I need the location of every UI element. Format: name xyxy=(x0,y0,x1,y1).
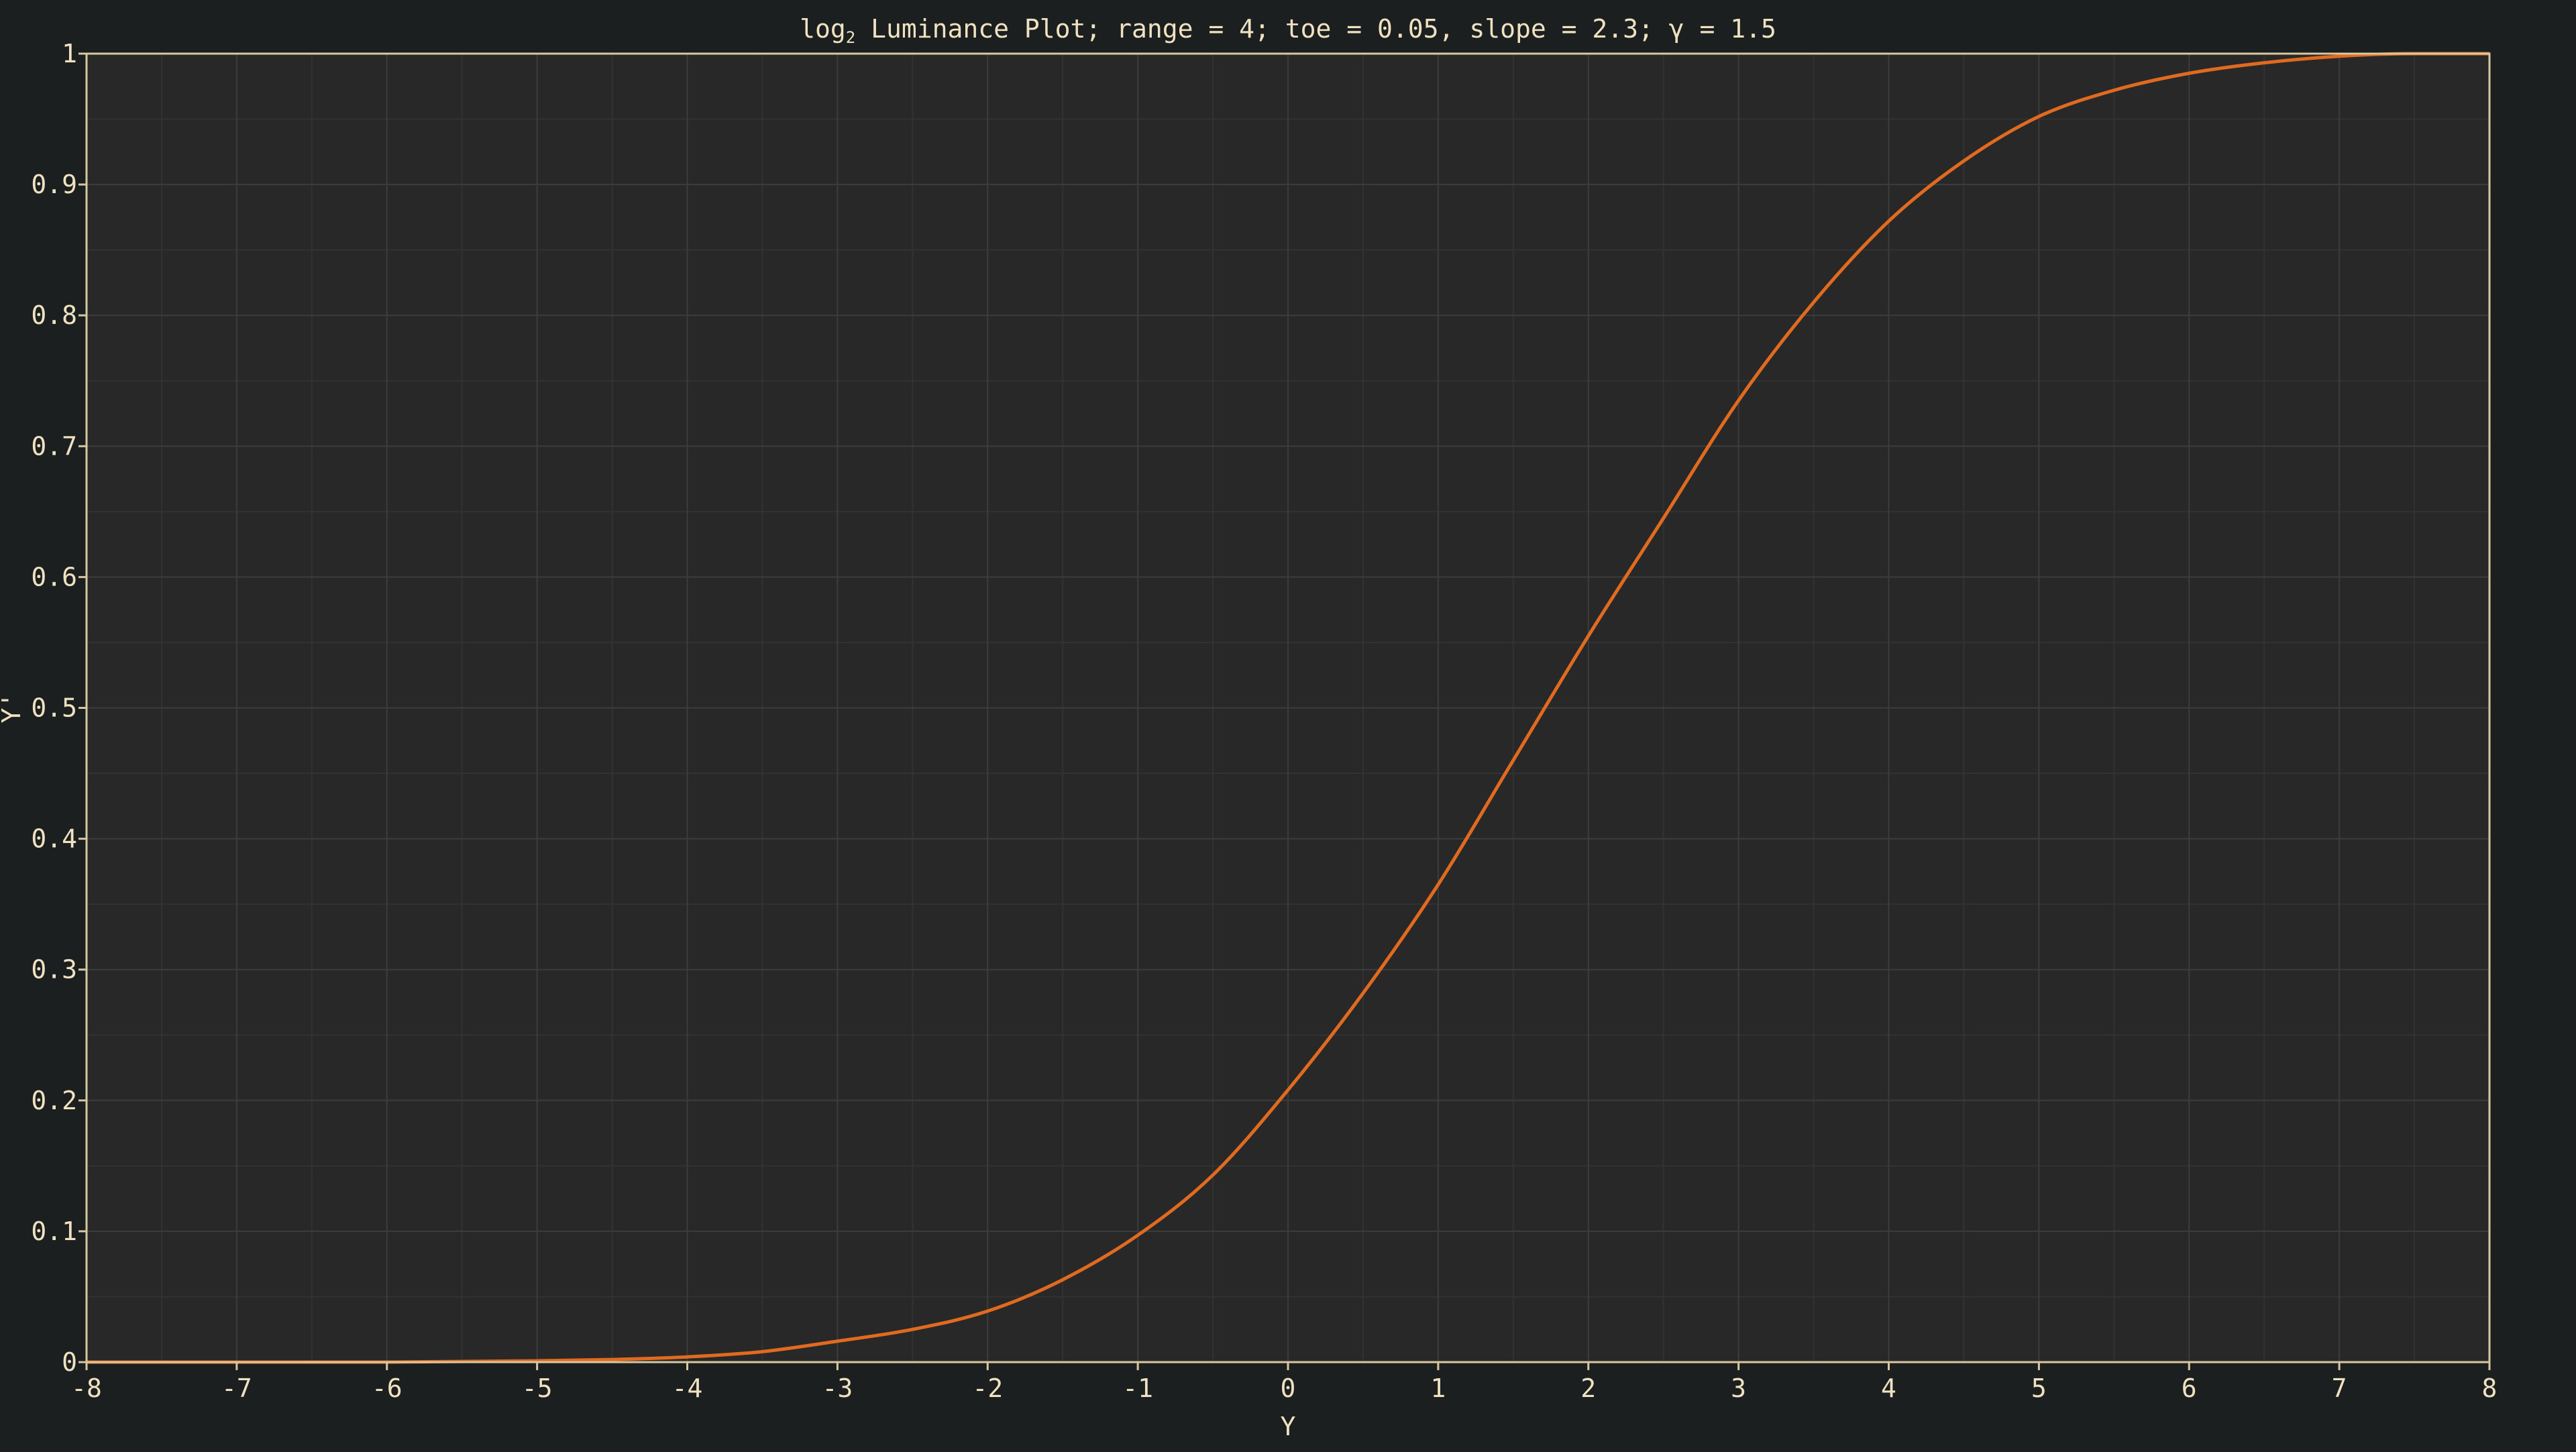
x-tick-label: -1 xyxy=(1122,1374,1153,1403)
y-tick-label: 0.7 xyxy=(31,431,77,461)
x-tick-label: 3 xyxy=(1731,1374,1746,1403)
y-tick-label: 0.8 xyxy=(31,300,77,330)
luminance-chart: -8 -7 -6 -5 -4 -3 -2 -1 0 1 2 3 4 5 6 7 8 0 0.1 0.2 0.3 0.4 0… xyxy=(0,0,2576,1449)
x-tick-label: 6 xyxy=(2182,1374,2197,1403)
y-axis-label: Y' xyxy=(0,693,26,724)
x-tick-label: 7 xyxy=(2332,1374,2347,1403)
y-tick-label: 0.9 xyxy=(31,170,77,199)
chart-title-rest: Luminance Plot; range = 4; toe = 0.05, s… xyxy=(855,14,1776,44)
x-tick-label: 0 xyxy=(1281,1374,1296,1403)
x-tick-label: 5 xyxy=(2031,1374,2047,1403)
x-tick-label: -3 xyxy=(822,1374,853,1403)
y-tick-label: 0.1 xyxy=(31,1217,77,1246)
y-tick-label: 1 xyxy=(62,39,77,68)
y-tick-label: 0.6 xyxy=(31,562,77,592)
x-tick-label: 4 xyxy=(1881,1374,1896,1403)
x-tick-label: -5 xyxy=(522,1374,553,1403)
chart-root: -8 -7 -6 -5 -4 -3 -2 -1 0 1 2 3 4 5 6 7 8 0 0.1 0.2 0.3 0.4 0… xyxy=(0,0,2576,1449)
x-tick-label: -8 xyxy=(71,1374,102,1403)
chart-title-prefix: log xyxy=(800,14,846,44)
x-tick-label: -7 xyxy=(221,1374,252,1403)
chart-title: log2 Luminance Plot; range = 4; toe = 0.… xyxy=(800,14,1776,47)
y-tick-label: 0.5 xyxy=(31,693,77,723)
y-tick-label: 0.2 xyxy=(31,1086,77,1115)
y-tick-label: 0 xyxy=(62,1347,77,1377)
x-tick-label: -4 xyxy=(672,1374,703,1403)
y-tick-label: 0.4 xyxy=(31,824,77,854)
x-tick-label: -2 xyxy=(972,1374,1003,1403)
x-tick-label: -6 xyxy=(372,1374,402,1403)
y-tick-label: 0.3 xyxy=(31,955,77,985)
x-tick-label: 1 xyxy=(1430,1374,1446,1403)
chart-title-subscript: 2 xyxy=(846,28,855,47)
x-tick-label: 2 xyxy=(1580,1374,1596,1403)
x-tick-label: 8 xyxy=(2482,1374,2498,1403)
x-axis-label: Y xyxy=(1281,1412,1296,1441)
